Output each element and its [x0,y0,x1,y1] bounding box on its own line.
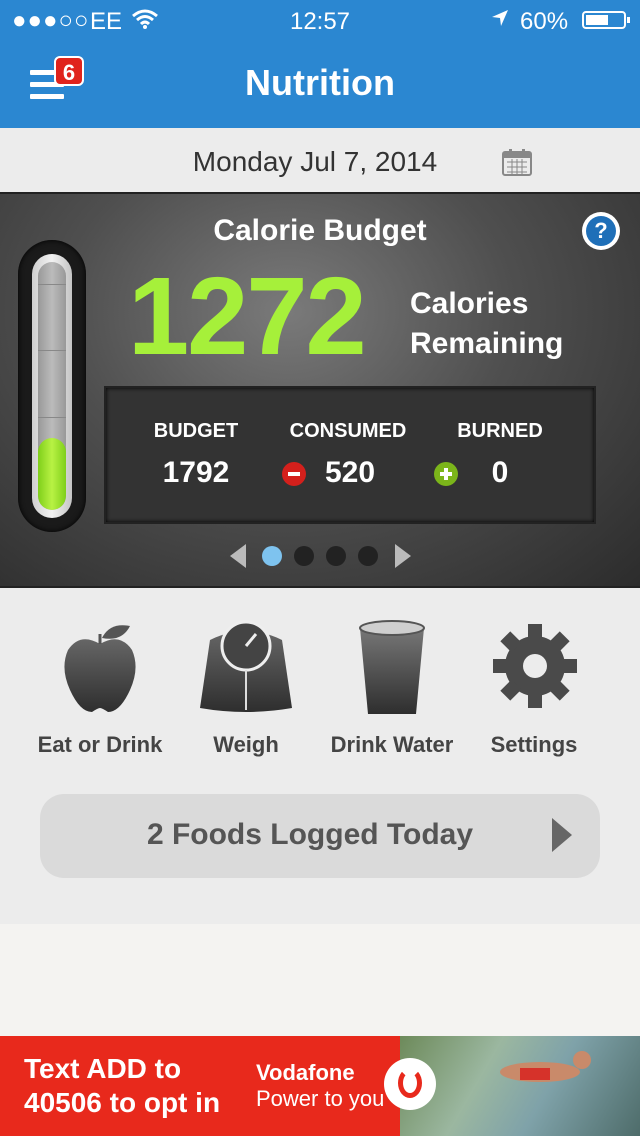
current-date: Monday Jul 7, 2014 [192,146,438,177]
ad-text-line1: Text ADD to [24,1053,182,1084]
pager-dot-4[interactable] [358,546,378,566]
ad-photo [400,1036,640,1136]
gauge-inner [38,262,66,510]
ad-text: Text ADD to 40506 to opt in [24,1052,220,1120]
calorie-budget-card[interactable]: Calorie Budget ? 1272 Calories Remaining… [0,192,640,588]
drink-water-button[interactable]: Drink Water [322,608,462,758]
gauge-tick [38,284,66,285]
pager-dot-3[interactable] [326,546,346,566]
foods-logged-label: 2 Foods Logged Today [146,818,474,851]
plus-circle-icon [434,462,458,486]
action-label: Eat or Drink [37,732,163,757]
pager-next-icon[interactable] [395,544,411,568]
calorie-budget-title: Calorie Budget [213,214,427,247]
vodafone-logo [384,1058,436,1110]
chevron-right-icon [552,818,572,852]
action-label: Settings [490,732,578,757]
status-bar: ●●●○○ EE 12:57 60% [0,0,640,40]
gauge-tube [32,254,72,518]
date-bar: Monday Jul 7, 2014 [0,128,640,192]
battery-icon [582,11,630,29]
burned-value: 0 [491,456,509,489]
help-icon: ? [586,216,616,246]
quick-actions: Eat or Drink Weigh Drink Water Settings … [0,588,640,924]
burned-label: BURNED [457,420,543,442]
gauge-tick [38,417,66,418]
ad-brand: Vodafone [256,1060,355,1085]
ad-tagline: Power to you [256,1086,385,1111]
gear-icon [493,624,577,708]
calories-remaining-label: Calories Remaining [410,284,563,364]
settings-button[interactable]: Settings [464,608,604,758]
weigh-button[interactable]: Weigh [176,608,316,758]
swimmer-illustration [500,1051,591,1082]
action-label: Weigh [213,732,279,757]
ad-text-line2: 40506 to opt in [24,1087,221,1118]
gauge-tick [38,350,66,351]
consumed-label: CONSUMED [289,420,407,442]
pager-dot-1[interactable] [262,546,282,566]
foods-logged-button[interactable]: 2 Foods Logged Today [40,794,600,878]
eat-or-drink-button[interactable]: Eat or Drink [30,608,170,758]
scale-icon [200,620,292,712]
minus-circle-icon [282,462,306,486]
apple-icon [64,625,136,712]
calendar-icon[interactable] [502,148,532,176]
battery-percent: 60% [520,8,569,35]
action-label: Drink Water [330,732,454,757]
card-pager [0,542,640,572]
remaining-label-line1: Calories [410,287,529,320]
budget-value: 1792 [162,456,230,489]
calorie-gauge [18,240,86,532]
ad-banner[interactable]: Text ADD to 40506 to opt in Vodafone Pow… [0,1036,640,1136]
glass-icon [359,620,425,714]
page-title: Nutrition [245,62,395,103]
remaining-label-line2: Remaining [410,327,564,360]
calories-remaining-value: 1272 [128,255,367,378]
calorie-stats-panel: BUDGET 1792 CONSUMED 520 BURNED 0 [104,386,596,524]
location-arrow-icon [492,10,508,26]
pager-prev-icon[interactable] [230,544,246,568]
help-button[interactable]: ? [582,212,620,250]
consumed-value: 520 [324,456,376,489]
pager-dot-2[interactable] [294,546,314,566]
nav-bar: 6 Nutrition [0,40,640,128]
gauge-level [38,438,66,510]
budget-label: BUDGET [153,420,239,442]
